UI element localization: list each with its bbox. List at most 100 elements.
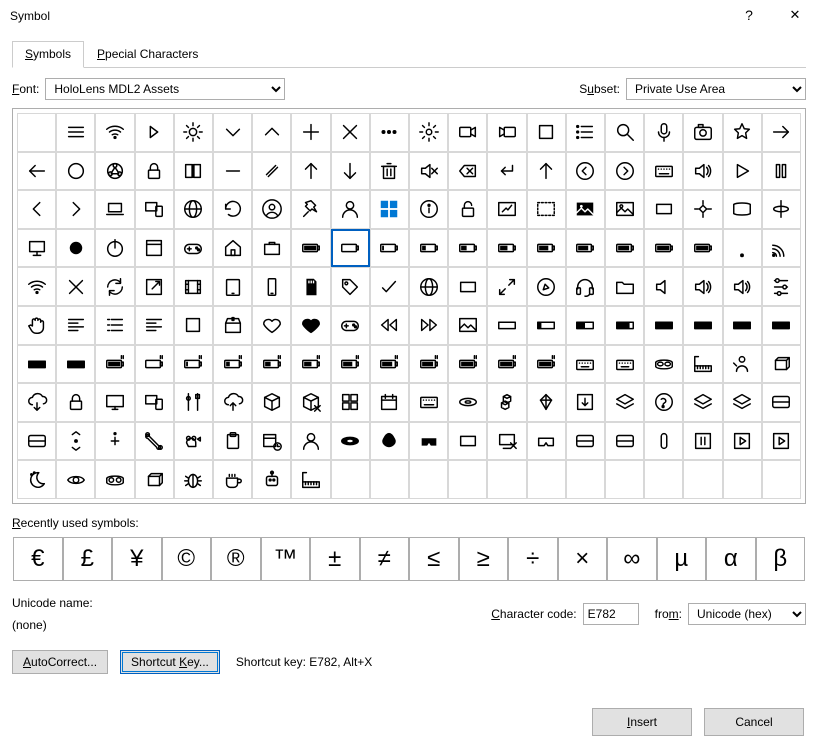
symbol-cell[interactable]: [174, 345, 213, 384]
symbol-cell[interactable]: [487, 306, 526, 345]
symbol-cell[interactable]: [723, 383, 762, 422]
symbol-cell[interactable]: [762, 306, 801, 345]
symbol-cell[interactable]: [566, 267, 605, 306]
symbol-cell[interactable]: [174, 152, 213, 191]
tab-symbols[interactable]: Symbols: [12, 41, 84, 68]
recent-symbol[interactable]: µ: [657, 537, 707, 581]
symbol-cell[interactable]: [252, 460, 291, 499]
symbol-cell[interactable]: [252, 422, 291, 461]
symbol-cell[interactable]: [174, 460, 213, 499]
symbol-cell[interactable]: [135, 267, 174, 306]
recent-symbol[interactable]: €: [13, 537, 63, 581]
symbol-cell[interactable]: [213, 306, 252, 345]
symbol-cell[interactable]: [762, 152, 801, 191]
symbol-cell[interactable]: [448, 190, 487, 229]
symbol-cell[interactable]: [487, 460, 526, 499]
symbol-cell[interactable]: [487, 383, 526, 422]
symbol-cell[interactable]: [605, 422, 644, 461]
cancel-button[interactable]: Cancel: [704, 708, 804, 736]
symbol-cell[interactable]: [723, 113, 762, 152]
symbol-cell[interactable]: [331, 383, 370, 422]
symbol-cell[interactable]: [291, 190, 330, 229]
symbol-cell[interactable]: [135, 460, 174, 499]
symbol-cell[interactable]: [448, 152, 487, 191]
symbol-cell[interactable]: [527, 229, 566, 268]
symbol-cell[interactable]: [331, 345, 370, 384]
symbol-cell[interactable]: [566, 190, 605, 229]
recent-symbol[interactable]: ¥: [112, 537, 162, 581]
symbol-cell[interactable]: [213, 460, 252, 499]
symbol-cell[interactable]: [331, 152, 370, 191]
symbol-cell[interactable]: [762, 460, 801, 499]
recent-symbol[interactable]: ™: [261, 537, 311, 581]
recent-symbol[interactable]: β: [756, 537, 806, 581]
symbol-cell[interactable]: [527, 383, 566, 422]
symbol-cell[interactable]: [409, 113, 448, 152]
symbol-cell[interactable]: [331, 306, 370, 345]
symbol-cell[interactable]: [566, 460, 605, 499]
symbol-cell[interactable]: [370, 383, 409, 422]
recent-symbol[interactable]: ≤: [409, 537, 459, 581]
symbol-cell[interactable]: [605, 267, 644, 306]
symbol-cell[interactable]: [370, 306, 409, 345]
symbol-cell[interactable]: [605, 306, 644, 345]
symbol-cell[interactable]: [527, 345, 566, 384]
subset-dropdown[interactable]: Private Use Area: [626, 78, 806, 100]
symbol-cell[interactable]: [95, 306, 134, 345]
symbol-cell[interactable]: [723, 152, 762, 191]
symbol-cell[interactable]: [95, 345, 134, 384]
symbol-cell[interactable]: [95, 229, 134, 268]
symbol-cell[interactable]: [409, 267, 448, 306]
symbol-cell[interactable]: [527, 113, 566, 152]
symbol-cell[interactable]: [331, 229, 370, 268]
font-dropdown[interactable]: HoloLens MDL2 Assets: [45, 78, 285, 100]
recent-symbols-grid[interactable]: €£¥©®™±≠≤≥÷×∞µαβ: [12, 536, 806, 582]
symbol-cell[interactable]: [644, 345, 683, 384]
symbol-cell[interactable]: [370, 190, 409, 229]
symbol-cell[interactable]: [370, 422, 409, 461]
symbol-cell[interactable]: [762, 267, 801, 306]
symbol-cell[interactable]: [527, 152, 566, 191]
symbol-cell[interactable]: [252, 229, 291, 268]
symbol-cell[interactable]: [213, 152, 252, 191]
symbol-cell[interactable]: [135, 422, 174, 461]
symbol-cell[interactable]: [448, 306, 487, 345]
symbol-cell[interactable]: [17, 229, 56, 268]
symbol-cell[interactable]: [291, 345, 330, 384]
symbol-cell[interactable]: [762, 383, 801, 422]
symbol-cell[interactable]: [566, 345, 605, 384]
symbol-cell[interactable]: [527, 190, 566, 229]
symbol-cell[interactable]: [683, 383, 722, 422]
symbol-cell[interactable]: [644, 190, 683, 229]
symbol-cell[interactable]: [56, 229, 95, 268]
symbol-cell[interactable]: [370, 267, 409, 306]
recent-symbol[interactable]: ©: [162, 537, 212, 581]
symbol-cell[interactable]: [723, 345, 762, 384]
symbol-cell[interactable]: [527, 267, 566, 306]
symbol-cell[interactable]: [644, 113, 683, 152]
symbol-cell[interactable]: [56, 383, 95, 422]
symbol-cell[interactable]: [331, 190, 370, 229]
symbol-cell[interactable]: [527, 306, 566, 345]
symbol-cell[interactable]: [17, 422, 56, 461]
symbol-cell[interactable]: [370, 345, 409, 384]
symbol-cell[interactable]: [409, 152, 448, 191]
insert-button[interactable]: Insert: [592, 708, 692, 736]
symbol-cell[interactable]: [644, 152, 683, 191]
symbol-cell[interactable]: [644, 267, 683, 306]
symbol-cell[interactable]: [762, 229, 801, 268]
symbol-cell[interactable]: [487, 345, 526, 384]
symbol-cell[interactable]: [683, 190, 722, 229]
symbol-cell[interactable]: [566, 229, 605, 268]
symbol-cell[interactable]: [605, 190, 644, 229]
recent-symbol[interactable]: £: [63, 537, 113, 581]
symbol-cell[interactable]: [56, 345, 95, 384]
symbol-cell[interactable]: [723, 306, 762, 345]
symbol-cell[interactable]: [56, 113, 95, 152]
autocorrect-button[interactable]: AutoCorrect...: [12, 650, 108, 674]
symbol-cell[interactable]: [95, 113, 134, 152]
symbol-cell[interactable]: [252, 267, 291, 306]
symbol-cell[interactable]: [409, 460, 448, 499]
symbol-cell[interactable]: [487, 422, 526, 461]
symbol-cell[interactable]: [448, 460, 487, 499]
